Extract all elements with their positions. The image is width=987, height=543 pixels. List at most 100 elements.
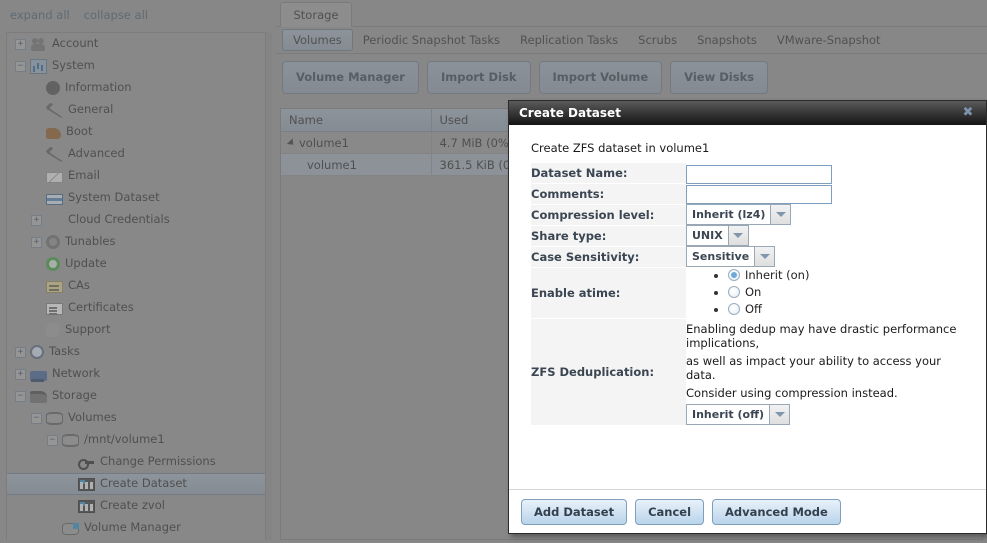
tab-scrubs[interactable]: Scrubs [628, 30, 687, 50]
wrench-icon [46, 102, 63, 118]
sidebar-item-tunables[interactable]: + Tunables [7, 231, 265, 253]
compression-level-select[interactable]: Inherit (lz4) [686, 204, 792, 225]
cancel-button[interactable]: Cancel [635, 498, 705, 525]
advanced-mode-button[interactable]: Advanced Mode [712, 498, 841, 525]
enable-atime-radio-group: Inherit (on) On Off [686, 267, 971, 318]
enable-atime-option[interactable]: Inherit (on) [728, 267, 971, 284]
field-zfs-deduplication: Enabling dedup may have drastic performa… [686, 318, 971, 425]
expand-icon[interactable]: + [31, 214, 42, 226]
sidebar-item-system-dataset[interactable]: System Dataset [7, 187, 265, 209]
radio-button[interactable] [728, 303, 740, 315]
collapse-icon[interactable]: − [47, 434, 58, 446]
sidebar-item-label: Volume Manager [84, 520, 181, 535]
sidebar-item-account[interactable]: + Account [7, 33, 265, 55]
sidebar-item-boot[interactable]: Boot [7, 121, 265, 143]
import-volume-button[interactable]: Import Volume [538, 60, 663, 94]
share-type-select[interactable]: UNIX [686, 225, 749, 246]
expand-icon[interactable]: + [15, 368, 26, 380]
radio-button[interactable] [728, 286, 740, 298]
sidebar-item-email[interactable]: Email [7, 165, 265, 187]
sidebar-item-update[interactable]: Update [7, 253, 265, 275]
tab-snapshots[interactable]: Snapshots [687, 30, 767, 50]
sidebar-item-information[interactable]: Information [7, 77, 265, 99]
sidebar-item-create-zvol[interactable]: Create zvol [7, 495, 265, 517]
sidebar-item-advanced[interactable]: Advanced [7, 143, 265, 165]
sidebar-item-certificates[interactable]: Certificates [7, 297, 265, 319]
enable-atime-option[interactable]: On [728, 284, 971, 301]
sidebar-item-create-dataset[interactable]: Create Dataset [7, 473, 265, 495]
sidebar-item-label: Email [68, 168, 100, 183]
expand-icon[interactable]: + [15, 38, 26, 50]
radio-label: Off [745, 302, 762, 316]
view-disks-button[interactable]: View Disks [670, 60, 769, 94]
sidebar-item-label: Account [52, 36, 99, 51]
sidebar-item-change-permissions[interactable]: Change Permissions [7, 451, 265, 473]
comments-input[interactable] [686, 185, 832, 204]
tab-volumes[interactable]: Volumes [282, 29, 353, 51]
collapse-icon[interactable]: − [15, 390, 26, 402]
sidebar-item-label: /mnt/volume1 [84, 432, 165, 447]
create-dataset-form: Dataset Name: Comments: Compression leve… [531, 163, 971, 426]
cell-name-text: volume1 [307, 157, 357, 172]
zfs-deduplication-select[interactable]: Inherit (off) [686, 404, 791, 425]
form-row-case-sensitivity: Case Sensitivity: Sensitive [531, 246, 971, 268]
radio-button[interactable] [728, 269, 740, 281]
form-row-compression: Compression level: Inherit (lz4) [531, 204, 971, 226]
sidebar-item-general[interactable]: General [7, 99, 265, 121]
enable-atime-option[interactable]: Off [728, 301, 971, 318]
sidebar-item-cloud-credentials[interactable]: + Cloud Credentials [7, 209, 265, 231]
tab-periodic-snapshot-tasks[interactable]: Periodic Snapshot Tasks [353, 30, 510, 50]
dataset-name-input[interactable] [686, 164, 832, 184]
sidebar-item-support[interactable]: Support [7, 319, 265, 341]
chevron-down-icon[interactable] [771, 204, 792, 225]
close-icon[interactable]: ✖ [960, 105, 976, 121]
collapse-icon[interactable]: − [31, 412, 42, 424]
sidebar-item-label: General [68, 102, 114, 117]
sidebar-item-volumes[interactable]: − Volumes [7, 407, 265, 429]
sidebar-item-label: Network [52, 366, 101, 381]
sidebar-item-label: Create zvol [100, 498, 165, 513]
label-enable-atime: Enable atime: [531, 267, 686, 319]
form-row-enable-atime: Enable atime: Inherit (on) On Off [531, 267, 971, 319]
tab-vmware-snapshot[interactable]: VMware-Snapshot [767, 30, 891, 50]
sidebar-scrollbar[interactable] [266, 32, 272, 540]
sidebar-item-storage[interactable]: − Storage [7, 385, 265, 407]
expand-icon[interactable]: + [31, 236, 42, 248]
collapse-all-link[interactable]: collapse all [84, 8, 148, 22]
dialog-body: Create ZFS dataset in volume1 Dataset Na… [509, 125, 986, 490]
sidebar-item-tasks[interactable]: + Tasks [7, 341, 265, 363]
expand-all-link[interactable]: expand all [10, 8, 70, 22]
sidebar-item-volume-manager[interactable]: Volume Manager [7, 517, 265, 539]
case-sensitivity-select[interactable]: Sensitive [686, 246, 776, 267]
chevron-down-icon[interactable] [755, 246, 776, 267]
import-disk-button[interactable]: Import Disk [426, 60, 531, 94]
volume-manager-button[interactable]: Volume Manager [282, 60, 419, 94]
storage-subtabs: Volumes Periodic Snapshot Tasks Replicatio… [276, 27, 987, 54]
tab-replication-tasks[interactable]: Replication Tasks [510, 30, 628, 50]
sidebar-item-mnt-volume1[interactable]: − /mnt/volume1 [7, 429, 265, 451]
label-share-type: Share type: [531, 225, 686, 247]
dialog-titlebar: Create Dataset ✖ [509, 101, 986, 125]
column-header-name[interactable]: Name [281, 109, 432, 132]
chevron-down-icon[interactable] [728, 225, 749, 246]
dialog-title-text: Create Dataset [519, 106, 621, 120]
expand-icon[interactable]: + [15, 346, 26, 358]
expand-triangle-icon[interactable] [286, 138, 297, 148]
collapse-icon[interactable]: − [15, 60, 26, 72]
sidebar-item-network[interactable]: + Network [7, 363, 265, 385]
field-comments [686, 183, 971, 204]
window-tab-storage[interactable]: Storage [280, 2, 352, 27]
add-dataset-button[interactable]: Add Dataset [521, 498, 628, 525]
gear-icon [46, 235, 60, 249]
sidebar-item-label: Update [65, 256, 107, 271]
sidebar-item-system[interactable]: − System [7, 55, 265, 77]
sidebar-item-label: Information [65, 80, 132, 95]
field-compression-level: Inherit (lz4) [686, 204, 971, 225]
sidebar-item-cas[interactable]: CAs [7, 275, 265, 297]
sidebar-item-label: Advanced [68, 146, 125, 161]
chevron-down-icon[interactable] [770, 404, 791, 425]
